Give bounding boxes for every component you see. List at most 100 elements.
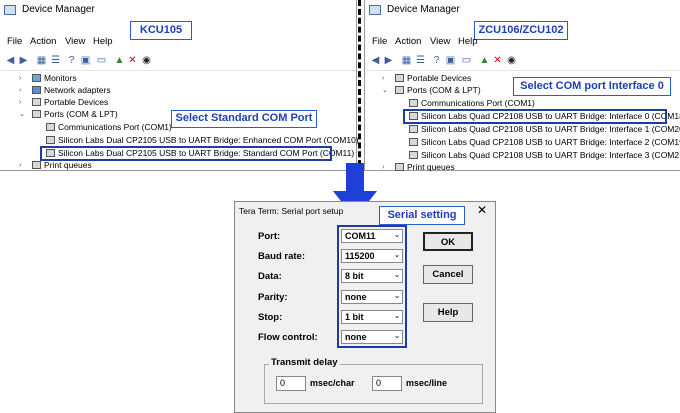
panel-icon[interactable]: ▣ xyxy=(445,55,456,66)
expand-icon[interactable]: › xyxy=(382,162,384,173)
tree-item-ports[interactable]: ⌄ Ports (COM & LPT) xyxy=(382,85,481,96)
char-delay-input[interactable]: 0 xyxy=(276,376,306,391)
right-device-manager-window: Device Manager ZCU106/ZCU102 File Action… xyxy=(364,0,680,173)
menu-file[interactable]: File xyxy=(372,36,387,47)
cancel-button[interactable]: Cancel xyxy=(423,265,473,284)
serial-port-setup-dialog: Tera Term: Serial port setup ✕ Serial se… xyxy=(234,201,496,413)
menu-view[interactable]: View xyxy=(65,36,85,47)
expand-icon[interactable]: › xyxy=(19,97,21,108)
serial-setting-callout: Serial setting xyxy=(379,206,465,225)
tree-item-monitors[interactable]: › Monitors xyxy=(19,73,77,84)
menu-help[interactable]: Help xyxy=(93,36,113,47)
device-manager-icon xyxy=(4,5,16,15)
printer-device-icon xyxy=(32,161,41,169)
tree-item-interface-3[interactable]: Silicon Labs Quad CP2108 USB to UART Bri… xyxy=(409,150,680,161)
tree-item-com1[interactable]: Communications Port (COM1) xyxy=(409,98,535,109)
menu-view[interactable]: View xyxy=(430,36,450,47)
portable-device-icon xyxy=(32,98,41,106)
port-device-icon xyxy=(32,110,41,118)
back-arrow-icon[interactable]: ◀ xyxy=(370,55,381,66)
right-window-title: Device Manager xyxy=(387,4,460,15)
left-callout: Select Standard COM Port xyxy=(171,110,317,128)
right-menu-bar: File Action View Help xyxy=(365,36,680,50)
interface-0-highlight xyxy=(403,109,667,124)
port-device-icon xyxy=(409,125,418,133)
tree-item-network-adapters[interactable]: › Network adapters xyxy=(19,85,111,96)
add-driver-icon[interactable]: ▲ xyxy=(479,55,490,66)
tree-item-com1[interactable]: Communications Port (COM1) xyxy=(46,122,172,133)
download-icon[interactable]: ◉ xyxy=(141,55,152,66)
help-icon[interactable]: ? xyxy=(431,55,442,66)
right-callout: Select COM port Interface 0 xyxy=(513,77,671,96)
list-icon[interactable]: ☰ xyxy=(415,55,426,66)
properties-icon[interactable]: ▦ xyxy=(401,55,412,66)
device-manager-icon xyxy=(369,5,381,15)
portable-device-icon xyxy=(395,74,404,82)
port-device-icon xyxy=(409,151,418,159)
menu-file[interactable]: File xyxy=(7,36,22,47)
port-device-icon xyxy=(46,136,55,144)
left-device-manager-window: Device Manager KCU105 File Action View H… xyxy=(0,0,359,171)
monitor-icon[interactable]: ▭ xyxy=(96,55,107,66)
tree-item-interface-2[interactable]: Silicon Labs Quad CP2108 USB to UART Bri… xyxy=(409,137,680,148)
expand-icon[interactable]: › xyxy=(19,160,21,171)
port-device-icon xyxy=(409,99,418,107)
line-delay-unit: msec/line xyxy=(406,378,448,388)
network-device-icon xyxy=(32,86,41,94)
baud-rate-label: Baud rate: xyxy=(258,251,305,262)
menu-help[interactable]: Help xyxy=(458,36,478,47)
port-label: Port: xyxy=(258,231,281,242)
collapse-icon[interactable]: ⌄ xyxy=(19,109,25,120)
list-icon[interactable]: ☰ xyxy=(50,55,61,66)
tree-item-enhanced-com[interactable]: Silicon Labs Dual CP2105 USB to UART Bri… xyxy=(46,135,359,146)
tree-item-print-queues[interactable]: › Print queues xyxy=(382,162,455,173)
help-button[interactable]: Help xyxy=(423,303,473,322)
dialog-title: Tera Term: Serial port setup xyxy=(239,206,344,216)
char-delay-unit: msec/char xyxy=(310,378,355,388)
expand-icon[interactable]: › xyxy=(19,85,21,96)
download-icon[interactable]: ◉ xyxy=(506,55,517,66)
tree-item-interface-1[interactable]: Silicon Labs Quad CP2108 USB to UART Bri… xyxy=(409,124,680,135)
port-device-icon xyxy=(409,138,418,146)
data-label: Data: xyxy=(258,271,282,282)
flow-control-label: Flow control: xyxy=(258,332,318,343)
monitor-icon[interactable]: ▭ xyxy=(461,55,472,66)
expand-icon[interactable]: › xyxy=(19,73,21,84)
port-device-icon xyxy=(46,123,55,131)
left-title-bar: Device Manager xyxy=(0,0,356,22)
help-icon[interactable]: ? xyxy=(66,55,77,66)
left-menu-bar: File Action View Help xyxy=(0,36,356,50)
ok-button[interactable]: OK xyxy=(423,232,473,251)
close-icon[interactable]: ✕ xyxy=(477,203,487,217)
standard-com-highlight xyxy=(40,146,332,161)
tree-item-print-queues[interactable]: › Print queues xyxy=(19,160,92,171)
left-toolbar: ◀ ▶ ▦ ☰ ? ▣ ▭ ▲ ✕ ◉ xyxy=(0,52,356,71)
left-window-title: Device Manager xyxy=(22,4,95,15)
remove-icon[interactable]: ✕ xyxy=(492,55,503,66)
line-delay-input[interactable]: 0 xyxy=(372,376,402,391)
window-divider xyxy=(358,0,361,175)
tree-item-portable-devices[interactable]: › Portable Devices xyxy=(19,97,108,108)
tree-item-portable-devices[interactable]: › Portable Devices xyxy=(382,73,471,84)
menu-action[interactable]: Action xyxy=(395,36,421,47)
panel-icon[interactable]: ▣ xyxy=(80,55,91,66)
serial-fields-highlight xyxy=(337,225,407,348)
stop-label: Stop: xyxy=(258,312,283,323)
add-driver-icon[interactable]: ▲ xyxy=(114,55,125,66)
right-toolbar: ◀ ▶ ▦ ☰ ? ▣ ▭ ▲ ✕ ◉ xyxy=(365,52,680,71)
monitor-device-icon xyxy=(32,74,41,82)
forward-arrow-icon[interactable]: ▶ xyxy=(383,55,394,66)
collapse-icon[interactable]: ⌄ xyxy=(382,85,388,96)
right-title-bar: Device Manager xyxy=(365,0,680,22)
forward-arrow-icon[interactable]: ▶ xyxy=(18,55,29,66)
tree-item-ports[interactable]: ⌄ Ports (COM & LPT) xyxy=(19,109,118,120)
printer-device-icon xyxy=(395,163,404,171)
properties-icon[interactable]: ▦ xyxy=(36,55,47,66)
expand-icon[interactable]: › xyxy=(382,73,384,84)
menu-action[interactable]: Action xyxy=(30,36,56,47)
remove-icon[interactable]: ✕ xyxy=(127,55,138,66)
back-arrow-icon[interactable]: ◀ xyxy=(5,55,16,66)
port-device-icon xyxy=(395,86,404,94)
parity-label: Parity: xyxy=(258,292,288,303)
transmit-delay-label: Transmit delay xyxy=(269,357,340,368)
